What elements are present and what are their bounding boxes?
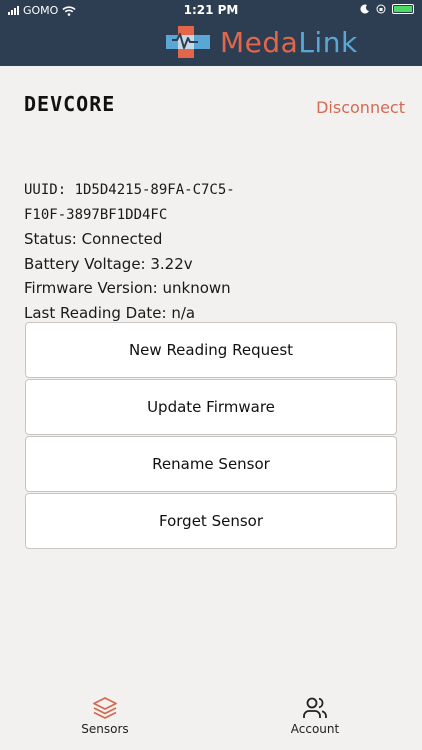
app-header: GOMO 1:21 PM MedaLink (0, 0, 422, 66)
new-reading-request-button[interactable]: New Reading Request (25, 322, 397, 378)
rename-sensor-button[interactable]: Rename Sensor (25, 436, 397, 492)
tab-account-label: Account (290, 722, 340, 736)
device-info: UUID: 1D5D4215-89FA-C7C5- F10F-3897BF1DD… (24, 178, 404, 325)
users-icon (303, 697, 327, 718)
battery-icon (392, 4, 414, 14)
orientation-lock-icon (376, 4, 386, 14)
brand-name: MedaLink (220, 26, 358, 59)
status-right (360, 4, 414, 14)
bottom-tab-bar: Sensors Account (0, 690, 422, 750)
status-bar: GOMO 1:21 PM (0, 0, 422, 22)
device-name: DEVCORE (24, 92, 116, 116)
medalink-logo: MedaLink (164, 22, 358, 62)
moon-icon (360, 4, 369, 14)
forget-sensor-button[interactable]: Forget Sensor (25, 493, 397, 549)
update-firmware-button[interactable]: Update Firmware (25, 379, 397, 435)
medical-cross-logo-icon (166, 26, 210, 58)
action-list: New Reading Request Update Firmware Rena… (25, 322, 397, 550)
firmware-version-text: Firmware Version: unknown (24, 279, 231, 297)
tab-account[interactable]: Account (270, 690, 360, 750)
tab-sensors-label: Sensors (81, 722, 129, 736)
brand-name-part2: Link (298, 25, 358, 59)
status-text: Status: Connected (24, 230, 163, 248)
battery-voltage-text: Battery Voltage: 3.22v (24, 254, 193, 273)
brand-name-part1: Meda (220, 25, 299, 59)
status-time: 1:21 PM (183, 3, 239, 17)
tab-sensors[interactable]: Sensors (60, 690, 150, 750)
uuid-line1: UUID: 1D5D4215-89FA-C7C5- (24, 182, 235, 198)
disconnect-button[interactable]: Disconnect (316, 98, 405, 117)
layers-icon (93, 697, 117, 719)
uuid-line2: F10F-3897BF1DD4FC (24, 206, 168, 223)
